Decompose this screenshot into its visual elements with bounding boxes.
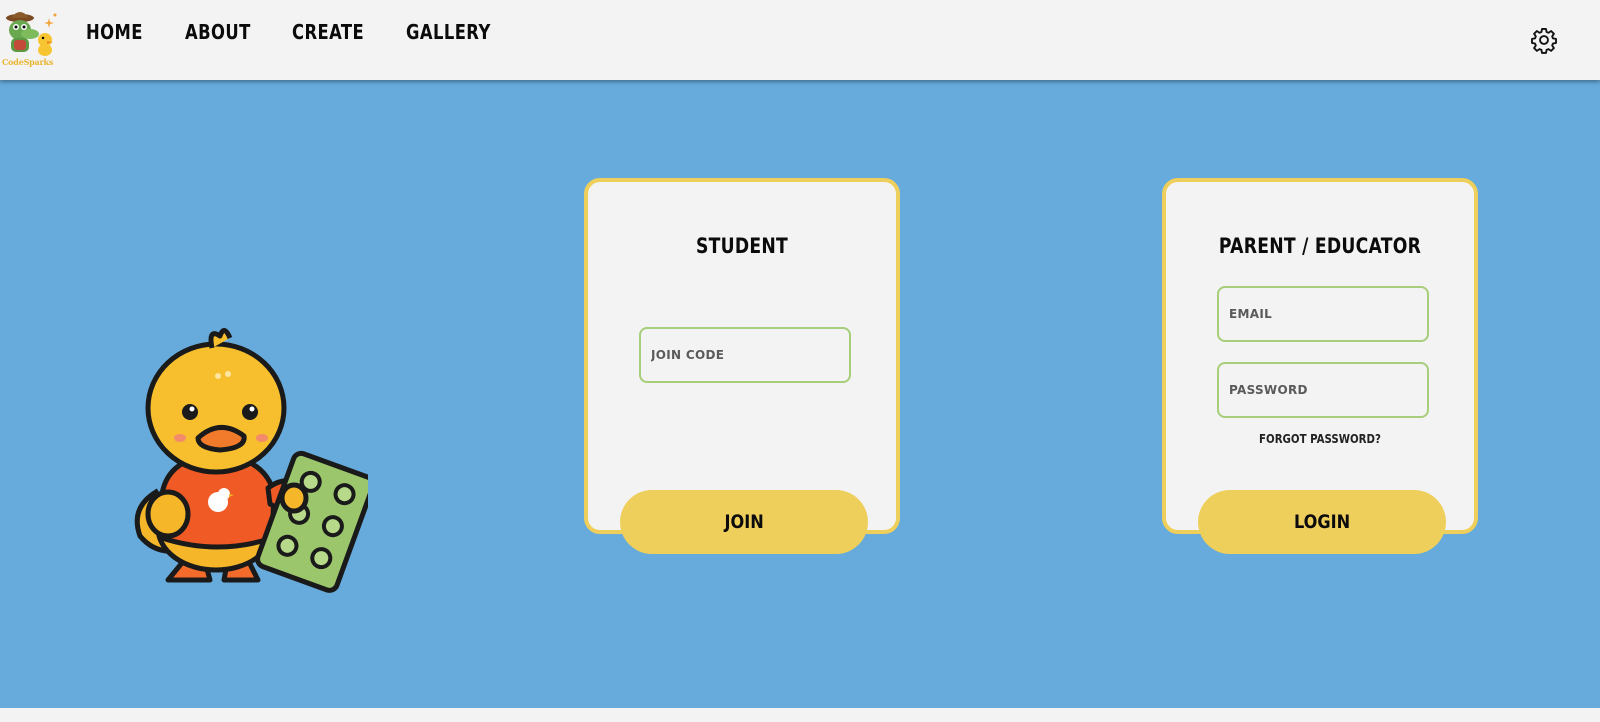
forgot-password-link[interactable]: FORGOT PASSWORD?	[1189, 432, 1451, 446]
nav-gallery[interactable]: GALLERY	[406, 20, 491, 44]
settings-button[interactable]	[1530, 26, 1558, 54]
student-login-card: STUDENT	[584, 178, 900, 534]
hero-section: STUDENT JOIN PARENT / EDUCATOR FORGOT PA…	[0, 80, 1600, 708]
login-button-label: LOGIN	[1293, 511, 1351, 533]
top-navigation-bar: CodeSparks HOME ABOUT CREATE GALLERY	[0, 0, 1600, 80]
join-code-input[interactable]	[639, 327, 851, 383]
nav-home[interactable]: HOME	[86, 20, 143, 44]
duck-mascot-icon	[134, 328, 376, 593]
logo-text: CodeSparks	[2, 57, 54, 67]
parent-educator-login-card: PARENT / EDUCATOR FORGOT PASSWORD?	[1162, 178, 1478, 534]
duck-mascot-illustration	[128, 258, 376, 598]
password-input[interactable]	[1217, 362, 1429, 418]
login-button[interactable]: LOGIN	[1198, 490, 1446, 554]
nav-about[interactable]: ABOUT	[185, 20, 251, 44]
join-button[interactable]: JOIN	[620, 490, 868, 554]
gear-icon	[1531, 27, 1557, 54]
nav-create[interactable]: CREATE	[292, 20, 364, 44]
join-button-label: JOIN	[724, 511, 764, 533]
logo-mascots-icon	[6, 12, 57, 56]
email-input[interactable]	[1217, 286, 1429, 342]
parent-card-title: PARENT / EDUCATOR	[1218, 234, 1422, 258]
codesparks-logo[interactable]: CodeSparks	[0, 6, 58, 67]
student-card-title: STUDENT	[695, 234, 789, 258]
footer-strip	[0, 708, 1600, 722]
